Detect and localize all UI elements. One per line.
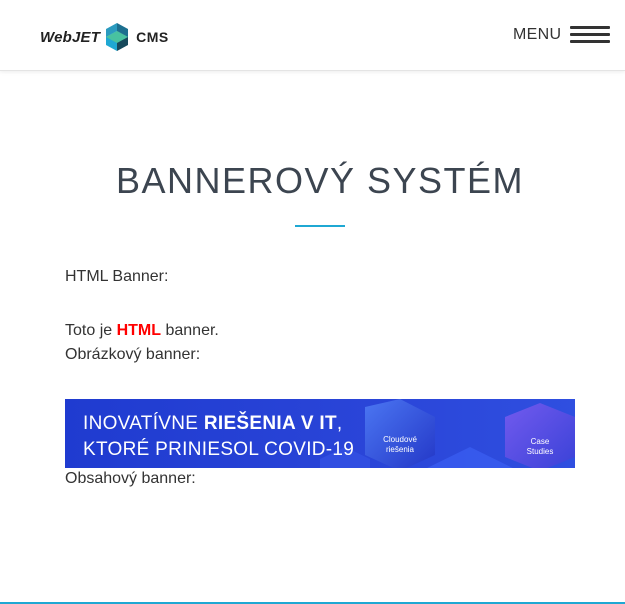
banner-line1-bold: RIEŠENIA V IT (203, 413, 337, 434)
html-banner-content: Toto je HTML banner. (65, 322, 219, 340)
banner-line1-comma: , (336, 413, 343, 434)
banner-hex-cloud: Cloudové riešenia (377, 435, 423, 455)
logo-cube-icon (106, 23, 129, 51)
banner-line1-regular: INOVATÍVNE (83, 413, 204, 434)
banner-headline-line1: INOVATÍVNE RIEŠENIA V IT, (83, 413, 343, 435)
banner-hex-case-studies: Case Studies (517, 437, 563, 457)
banner-headline-line2: KTORÉ PRINIESOL COVID-19 (83, 439, 355, 460)
logo-cms: CMS (136, 29, 169, 45)
banner-hex-cloud-a: Cloudové (383, 435, 417, 444)
html-banner-label: HTML Banner: (65, 268, 169, 285)
banner-hex-case-a: Case (530, 437, 550, 446)
menu-label[interactable]: MENU (513, 26, 561, 44)
html-banner-highlight: HTML (116, 322, 162, 339)
banner-hex-case-b: Studies (526, 447, 554, 456)
content-banner-label: Obsahový banner: (65, 470, 196, 487)
page-title: BANNEROVÝ SYSTÉM (115, 160, 525, 201)
webjet-logo[interactable]: WebJET CMS (40, 22, 169, 52)
banner-hex-cloud-b: riešenia (385, 445, 414, 454)
html-banner-text-suffix: banner. (161, 322, 219, 339)
site-header: WebJET CMS MENU (0, 0, 625, 71)
html-banner-text-prefix: Toto je (65, 322, 117, 339)
title-underline (295, 225, 345, 227)
hamburger-menu-icon[interactable] (570, 26, 610, 44)
image-banner-label: Obrázkový banner: (65, 346, 201, 363)
image-banner[interactable]: INOVATÍVNE RIEŠENIA V IT, KTORÉ PRINIESO… (65, 399, 575, 468)
logo-wordmark: WebJET (40, 28, 101, 46)
